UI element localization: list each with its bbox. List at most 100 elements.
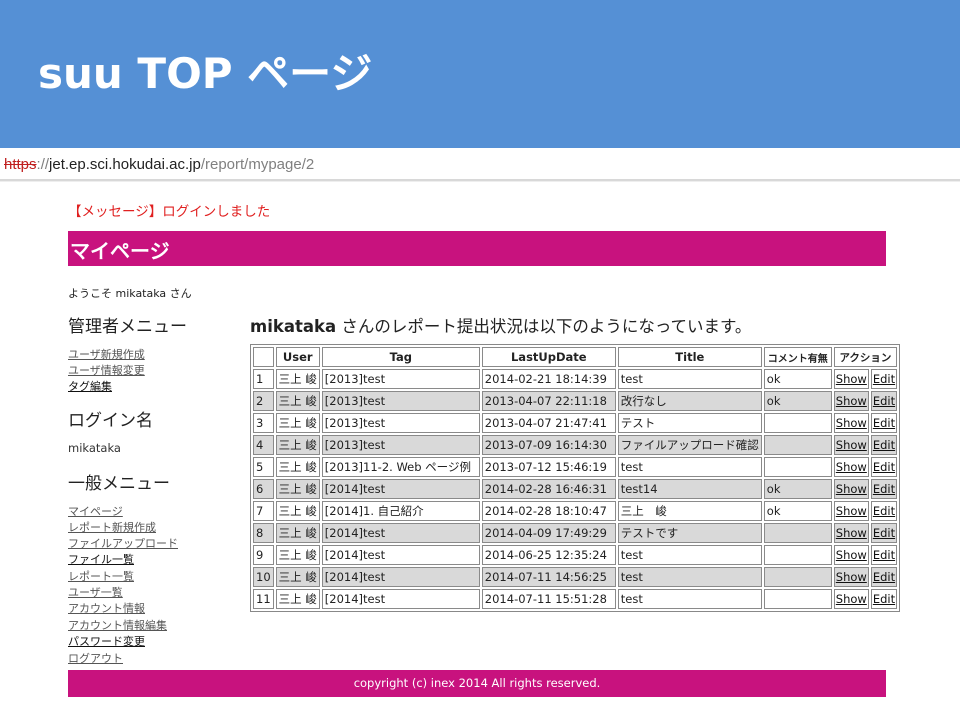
row-index: 7 bbox=[253, 501, 274, 521]
show-link[interactable]: Show bbox=[833, 391, 869, 411]
general-menu-heading: 一般メニュー bbox=[68, 474, 170, 494]
sidebar-link-file-upload[interactable]: ファイルアップロード bbox=[68, 535, 178, 551]
tag-cell: [2014]test bbox=[321, 567, 480, 587]
show-link[interactable]: Show bbox=[833, 435, 869, 455]
table-row: 8 三上 峻 [2014]test 2014-04-09 17:49:29 テストです S… bbox=[253, 523, 898, 543]
url-path: /report/mypage/2 bbox=[200, 156, 315, 173]
url-text[interactable]: https://jet.ep.sci.hokudai.ac.jp/report/… bbox=[4, 156, 314, 173]
show-link[interactable]: Show bbox=[833, 501, 869, 521]
show-link[interactable]: Show bbox=[833, 369, 869, 389]
page-banner: マイページ bbox=[68, 231, 886, 266]
row-index: 10 bbox=[253, 567, 274, 587]
col-header-title: Title bbox=[617, 347, 762, 367]
sidebar-link-user-create[interactable]: ユーザ新規作成 bbox=[68, 346, 145, 362]
slide-title: suu TOP ページ bbox=[38, 49, 373, 98]
user-cell: 三上 峻 bbox=[275, 457, 320, 477]
sidebar-link-file-list[interactable]: ファイル一覧 bbox=[68, 551, 134, 567]
edit-link[interactable]: Edit bbox=[870, 479, 898, 499]
url-scheme: https bbox=[4, 156, 37, 173]
comment-cell bbox=[763, 435, 832, 455]
table-row: 9 三上 峻 [2014]test 2014-06-25 12:35:24 test Sh… bbox=[253, 545, 898, 565]
edit-link[interactable]: Edit bbox=[870, 435, 898, 455]
title-cell: 改行なし bbox=[617, 391, 762, 411]
table-row: 2 三上 峻 [2013]test 2013-04-07 22:11:18 改行なし ok… bbox=[253, 391, 898, 411]
show-link[interactable]: Show bbox=[833, 523, 869, 543]
edit-link[interactable]: Edit bbox=[870, 567, 898, 587]
sidebar-link-report-create[interactable]: レポート新規作成 bbox=[68, 519, 156, 535]
lastupdate-cell: 2013-04-07 22:11:18 bbox=[481, 391, 616, 411]
table-header-row: User Tag LastUpDate Title コメント有無 アクション bbox=[253, 347, 898, 367]
row-index: 5 bbox=[253, 457, 274, 477]
show-link[interactable]: Show bbox=[833, 479, 869, 499]
edit-link[interactable]: Edit bbox=[870, 545, 898, 565]
table-row: 6 三上 峻 [2014]test 2014-02-28 16:46:31 test14… bbox=[253, 479, 898, 499]
lastupdate-cell: 2014-07-11 14:56:25 bbox=[481, 567, 616, 587]
user-cell: 三上 峻 bbox=[275, 589, 320, 609]
show-link[interactable]: Show bbox=[833, 413, 869, 433]
edit-link[interactable]: Edit bbox=[870, 457, 898, 477]
col-header-lastupdate: LastUpDate bbox=[481, 347, 616, 367]
table-row: 4 三上 峻 [2013]test 2013-07-09 16:14:30 ファイルアッ… bbox=[253, 435, 898, 455]
row-index: 8 bbox=[253, 523, 274, 543]
table-row: 1 三上 峻 [2013]test 2014-02-21 18:14:39 test ok… bbox=[253, 369, 898, 389]
edit-link[interactable]: Edit bbox=[870, 369, 898, 389]
row-index: 4 bbox=[253, 435, 274, 455]
sidebar-link-mypage[interactable]: マイページ bbox=[68, 503, 123, 519]
user-cell: 三上 峻 bbox=[275, 413, 320, 433]
show-link[interactable]: Show bbox=[833, 457, 869, 477]
sidebar-link-user-list[interactable]: ユーザ一覧 bbox=[68, 584, 123, 600]
footer-bar: copyright (c) inex 2014 All rights reser… bbox=[68, 670, 886, 697]
col-header-index bbox=[253, 347, 274, 367]
title-cell: test14 bbox=[617, 479, 762, 499]
title-cell: test bbox=[617, 369, 762, 389]
show-link[interactable]: Show bbox=[833, 545, 869, 565]
url-host: jet.ep.sci.hokudai.ac.jp bbox=[49, 156, 201, 173]
slide-header: suu TOP ページ bbox=[0, 0, 960, 148]
sidebar-link-user-edit[interactable]: ユーザ情報変更 bbox=[68, 362, 145, 378]
sidebar-link-account-edit[interactable]: アカウント情報編集 bbox=[68, 617, 167, 633]
user-cell: 三上 峻 bbox=[275, 369, 320, 389]
edit-link[interactable]: Edit bbox=[870, 391, 898, 411]
table-row: 7 三上 峻 [2014]1. 自己紹介 2014-02-28 18:10:47 三上 … bbox=[253, 501, 898, 521]
lastupdate-cell: 2014-06-25 12:35:24 bbox=[481, 545, 616, 565]
copyright-text: copyright (c) inex 2014 All rights reser… bbox=[353, 676, 601, 690]
tag-cell: [2014]test bbox=[321, 479, 480, 499]
tag-cell: [2014]test bbox=[321, 545, 480, 565]
edit-link[interactable]: Edit bbox=[870, 589, 898, 609]
comment-cell bbox=[763, 413, 832, 433]
edit-link[interactable]: Edit bbox=[870, 413, 898, 433]
user-cell: 三上 峻 bbox=[275, 391, 320, 411]
address-bar[interactable]: https://jet.ep.sci.hokudai.ac.jp/report/… bbox=[0, 153, 960, 181]
edit-link[interactable]: Edit bbox=[870, 523, 898, 543]
table-row: 3 三上 峻 [2013]test 2013-04-07 21:47:41 テスト Sho… bbox=[253, 413, 898, 433]
title-cell: テスト bbox=[617, 413, 762, 433]
report-status-heading: mikataka さんのレポート提出状況は以下のようになっています。 bbox=[250, 313, 751, 337]
edit-link[interactable]: Edit bbox=[870, 501, 898, 521]
title-cell: test bbox=[617, 457, 762, 477]
user-cell: 三上 峻 bbox=[275, 567, 320, 587]
comment-cell: ok bbox=[763, 501, 832, 521]
report-table: User Tag LastUpDate Title コメント有無 アクション 1… bbox=[250, 344, 901, 612]
lastupdate-cell: 2014-07-11 15:51:28 bbox=[481, 589, 616, 609]
welcome-text: ようこそ mikataka さん bbox=[68, 287, 192, 300]
comment-cell bbox=[763, 567, 832, 587]
sidebar-link-account-info[interactable]: アカウント情報 bbox=[68, 600, 145, 616]
user-cell: 三上 峻 bbox=[275, 479, 320, 499]
comment-cell bbox=[763, 523, 832, 543]
heading-text: さんのレポート提出状況は以下のようになっています。 bbox=[336, 317, 752, 336]
comment-cell: ok bbox=[763, 369, 832, 389]
sidebar-link-report-list[interactable]: レポート一覧 bbox=[68, 568, 134, 584]
title-cell: test bbox=[617, 567, 762, 587]
comment-cell: ok bbox=[763, 479, 832, 499]
show-link[interactable]: Show bbox=[833, 589, 869, 609]
heading-username: mikataka bbox=[250, 317, 337, 336]
tag-cell: [2014]test bbox=[321, 523, 480, 543]
sidebar-link-tag-edit[interactable]: タグ編集 bbox=[68, 378, 112, 394]
show-link[interactable]: Show bbox=[833, 567, 869, 587]
sidebar-link-logout[interactable]: ログアウト bbox=[68, 650, 123, 666]
sidebar-link-password-change[interactable]: パスワード変更 bbox=[68, 633, 145, 649]
col-header-user: User bbox=[275, 347, 320, 367]
col-header-action: アクション bbox=[833, 347, 898, 367]
user-cell: 三上 峻 bbox=[275, 501, 320, 521]
tag-cell: [2014]test bbox=[321, 589, 480, 609]
